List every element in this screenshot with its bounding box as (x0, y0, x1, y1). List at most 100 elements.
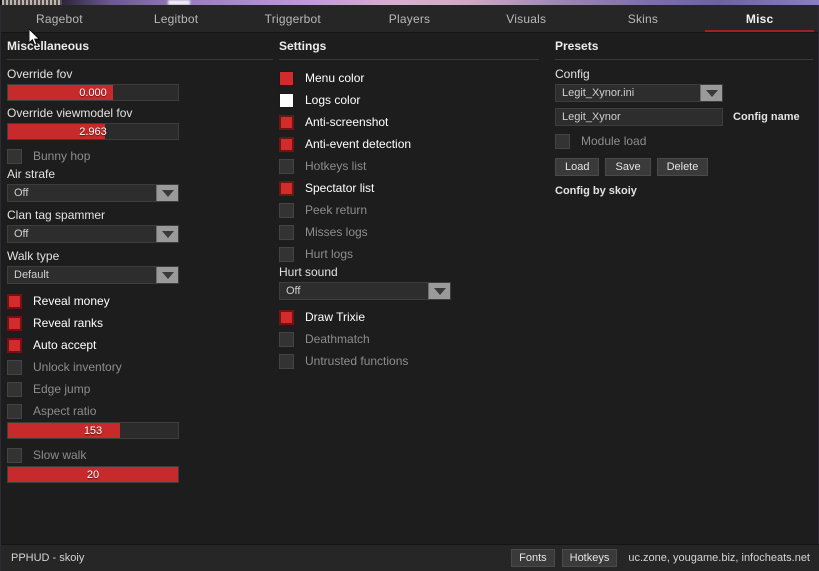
checkbox-reveal-ranks[interactable]: Reveal ranks (7, 312, 279, 334)
checkbox-box (279, 114, 294, 130)
chevron-down-icon[interactable] (700, 85, 722, 101)
air-strafe-value: Off (14, 187, 29, 199)
config-value: Legit_Xynor.ini (562, 87, 635, 99)
checkbox-label: Module load (581, 134, 647, 148)
color-swatch (279, 70, 294, 86)
checkbox-box (279, 180, 294, 196)
checkbox-box (7, 293, 22, 309)
checkbox-misses-logs[interactable]: Misses logs (279, 221, 551, 243)
walk-type-dropdown[interactable]: Default (7, 266, 179, 284)
checkbox-label: Edge jump (33, 382, 91, 396)
checkbox-label: Peek return (305, 203, 368, 217)
color-picker-logs-color[interactable]: Logs color (279, 89, 551, 111)
clan-tag-spammer-label: Clan tag spammer (7, 208, 106, 222)
section-title-miscellaneous: Miscellaneous (7, 39, 273, 60)
tab-label: Misc (745, 11, 774, 26)
checkbox-label: Hotkeys list (305, 159, 367, 173)
menu-content: Miscellaneous Override fov 0.000 Overrid… (1, 33, 818, 543)
checkbox-bunny-hop[interactable]: Bunny hop (7, 145, 279, 167)
config-label: Config (555, 67, 590, 81)
checkbox-box (279, 353, 294, 369)
fonts-button[interactable]: Fonts (511, 549, 555, 567)
checkbox-slow-walk[interactable]: Slow walk (7, 444, 279, 466)
settings-checkbox-group-bottom: Draw Trixie Deathmatch Untrusted functions (279, 306, 551, 372)
checkbox-box (7, 403, 22, 419)
slow-walk-slider[interactable]: 20 (7, 466, 179, 483)
checkbox-auto-accept[interactable]: Auto accept (7, 334, 279, 356)
clan-tag-spammer-dropdown[interactable]: Off (7, 225, 179, 243)
checkbox-anti-screenshot[interactable]: Anti-screenshot (279, 111, 551, 133)
override-fov-label: Override fov (7, 67, 73, 81)
checkbox-box (7, 381, 22, 397)
tab-ragebot[interactable]: Ragebot (1, 5, 118, 32)
column-presets: Presets Config Legit_Xynor.ini Legit_Xyn… (555, 39, 817, 197)
air-strafe-label: Air strafe (7, 167, 56, 181)
checkbox-draw-trixie[interactable]: Draw Trixie (279, 306, 551, 328)
checkbox-deathmatch[interactable]: Deathmatch (279, 328, 551, 350)
chevron-down-icon[interactable] (428, 283, 450, 299)
tab-visuals[interactable]: Visuals (468, 5, 585, 32)
hotkeys-button[interactable]: Hotkeys (561, 549, 618, 567)
checkbox-label: Unlock inventory (33, 360, 122, 374)
checkbox-untrusted-functions[interactable]: Untrusted functions (279, 350, 551, 372)
checkbox-hotkeys-list[interactable]: Hotkeys list (279, 155, 551, 177)
tab-players[interactable]: Players (351, 5, 468, 32)
tab-legitbot[interactable]: Legitbot (118, 5, 235, 32)
load-button[interactable]: Load (555, 158, 600, 176)
checkbox-edge-jump[interactable]: Edge jump (7, 378, 279, 400)
config-dropdown[interactable]: Legit_Xynor.ini (555, 84, 723, 102)
slow-walk-value: 20 (86, 468, 100, 481)
tab-skins[interactable]: Skins (585, 5, 702, 32)
air-strafe-dropdown[interactable]: Off (7, 184, 179, 202)
checkbox-hurt-logs[interactable]: Hurt logs (279, 243, 551, 265)
override-viewmodel-fov-slider[interactable]: 2.963 (7, 123, 179, 140)
color-picker-label: Logs color (305, 93, 361, 107)
column-settings: Settings Menu color Logs color Anti-scree… (279, 39, 551, 372)
config-name-label: Config name (733, 111, 800, 123)
chevron-down-icon[interactable] (156, 226, 178, 242)
checkbox-box (7, 447, 22, 463)
aspect-ratio-value: 153 (83, 424, 103, 437)
checkbox-anti-event-detection[interactable]: Anti-event detection (279, 133, 551, 155)
checkbox-label: Untrusted functions (305, 354, 409, 368)
checkbox-module-load[interactable]: Module load (555, 130, 817, 152)
tab-triggerbot[interactable]: Triggerbot (234, 5, 351, 32)
hurt-sound-dropdown[interactable]: Off (279, 282, 451, 300)
checkbox-box (7, 148, 22, 164)
checkbox-peek-return[interactable]: Peek return (279, 199, 551, 221)
walk-type-label: Walk type (7, 249, 60, 263)
misc-checkbox-group: Reveal money Reveal ranks Auto accept Unloc… (7, 290, 279, 422)
column-miscellaneous: Miscellaneous Override fov 0.000 Overrid… (7, 39, 279, 488)
hurt-sound-value: Off (286, 285, 301, 297)
override-fov-slider[interactable]: 0.000 (7, 84, 179, 101)
checkbox-box (7, 337, 22, 353)
checkbox-label: Aspect ratio (33, 404, 97, 418)
clan-tag-spammer-value: Off (14, 228, 29, 240)
color-swatch (279, 92, 294, 108)
chevron-down-icon[interactable] (156, 267, 178, 283)
cheat-menu-window: Ragebot Legitbot Triggerbot Players Visuals S… (0, 5, 819, 571)
config-name-input[interactable]: Legit_Xynor (555, 108, 723, 126)
checkbox-spectator-list[interactable]: Spectator list (279, 177, 551, 199)
checkbox-reveal-money[interactable]: Reveal money (7, 290, 279, 312)
checkbox-label: Anti-screenshot (305, 115, 389, 129)
checkbox-aspect-ratio[interactable]: Aspect ratio (7, 400, 279, 422)
checkbox-box (279, 136, 294, 152)
save-button[interactable]: Save (605, 158, 651, 176)
override-viewmodel-fov-value: 2.963 (79, 125, 107, 138)
aspect-ratio-slider[interactable]: 153 (7, 422, 179, 439)
config-name-row: Legit_Xynor Config name (555, 108, 817, 126)
hurt-sound-label: Hurt sound (279, 265, 338, 279)
tab-misc[interactable]: Misc (701, 5, 818, 32)
delete-button[interactable]: Delete (656, 158, 709, 176)
checkbox-label: Anti-event detection (305, 137, 412, 151)
checkbox-label: Hurt logs (305, 247, 354, 261)
checkbox-unlock-inventory[interactable]: Unlock inventory (7, 356, 279, 378)
status-bar-right: Fonts Hotkeys uc.zone, yougame.biz, info… (511, 549, 810, 567)
color-picker-menu-color[interactable]: Menu color (279, 67, 551, 89)
tab-label: Skins (627, 11, 659, 26)
checkbox-box (279, 224, 294, 240)
checkbox-label: Deathmatch (305, 332, 370, 346)
chevron-down-icon[interactable] (156, 185, 178, 201)
checkbox-box (7, 359, 22, 375)
